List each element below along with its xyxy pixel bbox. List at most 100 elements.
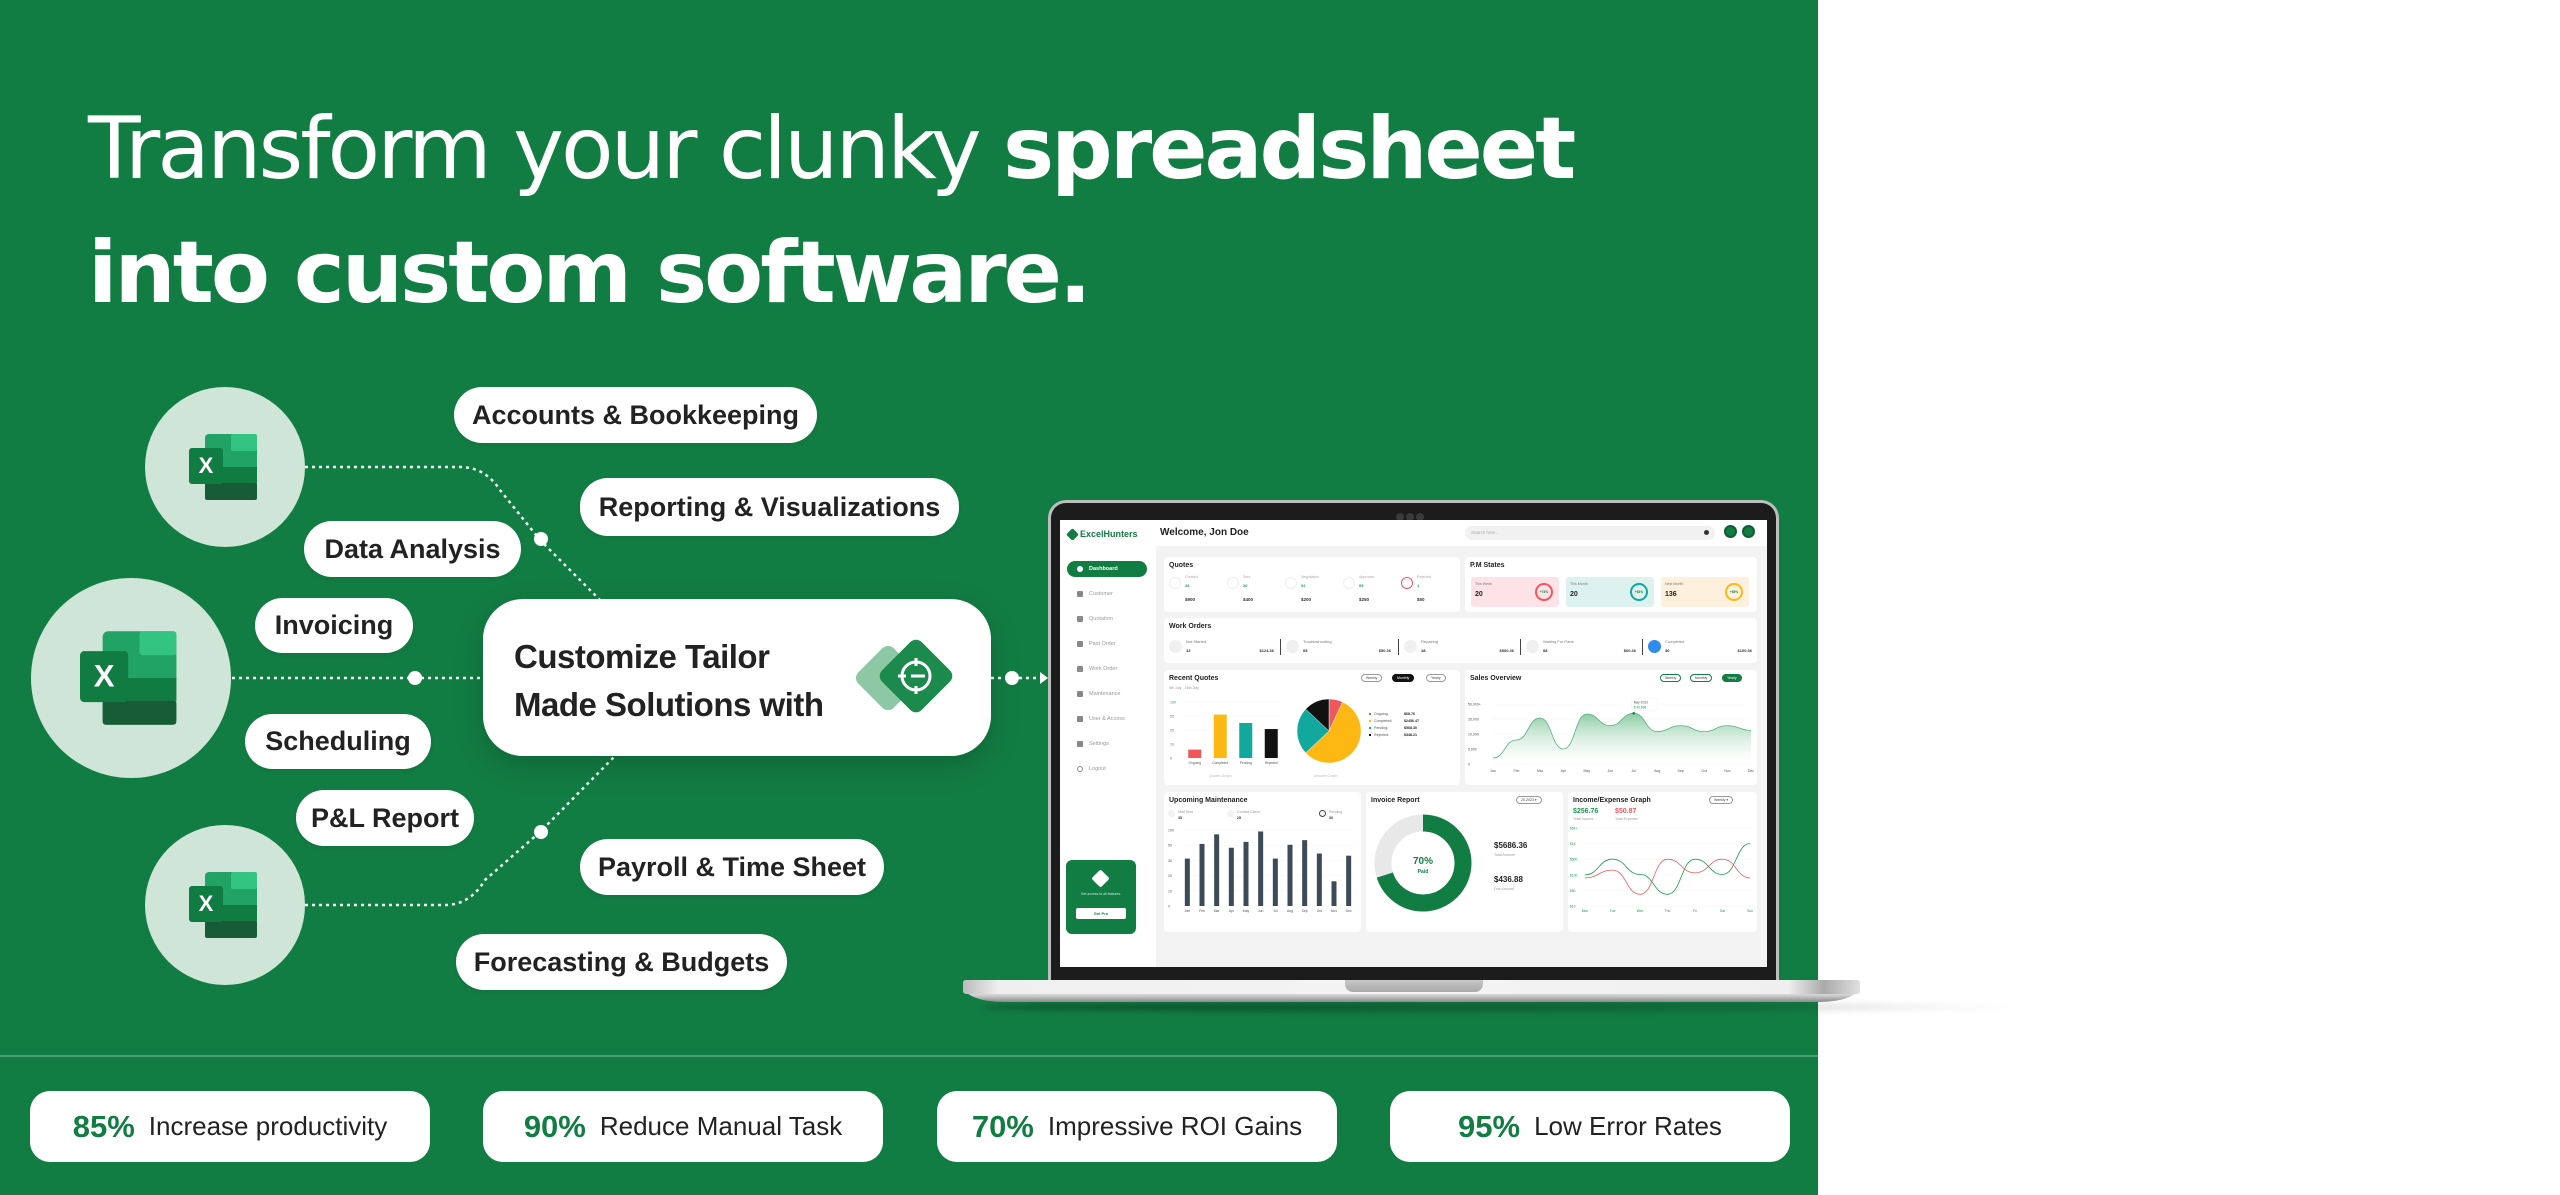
x-tick-label: Nov	[1331, 909, 1337, 913]
top-bar: Welcome, Jon Doe Search here...	[1156, 520, 1767, 546]
laptop-shadow	[980, 1002, 2030, 1012]
headline-bold-text: spreadsheet	[1002, 99, 1576, 199]
total-expense-label: Total Expense	[1615, 817, 1638, 821]
legend-label: Completed:	[1374, 718, 1393, 723]
income-expense-title: Income/Expense Graph	[1573, 797, 1651, 804]
clock-icon	[1169, 640, 1182, 653]
brand-name: ExcelHunters	[1080, 529, 1138, 539]
excel-icon: X	[189, 872, 257, 938]
wo-label: Completed	[1665, 639, 1685, 644]
wo-label: Not Started	[1186, 639, 1207, 644]
work-order-troubleshooting: Troubleshooting 05 $50.36	[1286, 638, 1391, 658]
due-amount-label: Due Amount	[1494, 887, 1514, 891]
legend-swatch	[1369, 712, 1371, 715]
sales-area	[1493, 713, 1751, 764]
bar	[1243, 841, 1249, 906]
svg-text:X: X	[199, 453, 214, 478]
search-input[interactable]: Search here...	[1465, 526, 1715, 540]
connector-node-top	[534, 532, 548, 546]
toggle-yearly[interactable]: Yearly	[1722, 674, 1742, 682]
stat-card-roi: 70% Impressive ROI Gains	[937, 1091, 1337, 1162]
sidebar-item-dashboard[interactable]: Dashboard	[1067, 561, 1147, 577]
toggle-weekly[interactable]: Weekly	[1361, 674, 1383, 682]
x-tick-label: Feb	[1199, 909, 1205, 913]
get-pro-text: Get access to all features.	[1080, 892, 1122, 896]
toggle-yearly[interactable]: Yearly	[1426, 674, 1446, 682]
amount-pie-chart	[1296, 698, 1362, 764]
maintenance-bar-chart: 0 10 20 30 50 100 Jan Feb Mar Apr May Jun Jul Aug Sep O…	[1168, 829, 1356, 913]
legend-swatch	[1369, 733, 1371, 736]
sidebar-label: User & Access	[1089, 716, 1125, 722]
pie-caption: Amount Graph	[1314, 774, 1338, 778]
invoice-title: Invoice Report	[1371, 797, 1420, 804]
legend-label: Pending:	[1374, 725, 1389, 730]
x-tick-label: Fri	[1693, 909, 1697, 913]
income-period-select[interactable]: Weekly ▾	[1709, 796, 1734, 804]
feature-pill-pl-report: P&L Report	[296, 790, 474, 846]
document-icon	[1077, 641, 1083, 647]
sidebar-item-work-order[interactable]: Work Order	[1067, 661, 1147, 677]
quote-item-created: Created 28 $900	[1169, 575, 1209, 607]
sidebar-item-user-access[interactable]: User & Access	[1067, 711, 1147, 727]
wo-amount: $124.36	[1259, 648, 1274, 653]
chevron-down-icon: ▾	[1534, 798, 1537, 802]
connector-node-middle	[408, 671, 422, 685]
sidebar-label: Customer	[1089, 591, 1113, 597]
feature-pill-accounts: Accounts & Bookkeeping	[454, 387, 817, 443]
get-pro-button[interactable]: Get Pro	[1076, 908, 1126, 919]
toggle-weekly[interactable]: Weekly	[1660, 674, 1682, 682]
toggle-monthly[interactable]: Monthly	[1392, 674, 1415, 682]
x-tick-label: Oct	[1317, 909, 1322, 913]
quote-item-negotiation: Negotiation 02 $200	[1285, 575, 1325, 607]
quote-amount: $50	[1417, 597, 1425, 602]
work-order-not-started: Not Started 12 $124.36	[1169, 638, 1274, 658]
x-tick-label: Dec	[1748, 769, 1754, 773]
invoice-period-select[interactable]: 20-2023 ▾	[1516, 796, 1542, 804]
quotes-title: Quotes	[1169, 562, 1194, 569]
bell-icon[interactable]	[1742, 525, 1755, 538]
sidebar-item-quotation[interactable]: Quotation	[1067, 611, 1147, 627]
sidebar-item-maintenance[interactable]: Maintenance	[1067, 686, 1147, 702]
feature-pill-payroll: Payroll & Time Sheet	[580, 839, 884, 895]
y-tick-label: $100	[1570, 873, 1578, 877]
toggle-monthly[interactable]: Monthly	[1690, 674, 1713, 682]
reject-icon	[1401, 577, 1413, 589]
power-icon	[1077, 766, 1083, 772]
x-tick-label: Mar	[1537, 769, 1544, 773]
sidebar-label: Quotation	[1089, 616, 1113, 622]
wo-count: 08	[1543, 648, 1548, 653]
sidebar-item-past-order[interactable]: Past Order	[1067, 636, 1147, 652]
quotes-card: Quotes Created 28 $900 Sent 20 $400 Negotiat…	[1164, 557, 1460, 612]
bar	[1316, 853, 1322, 906]
stat-label: Increase productivity	[148, 1111, 388, 1141]
sidebar-item-customer[interactable]: Customer	[1067, 586, 1147, 602]
due-amount: $436.88	[1494, 875, 1523, 884]
feature-pill-forecasting: Forecasting & Budgets	[456, 934, 787, 990]
feature-pill-reporting: Reporting & Visualizations	[580, 478, 959, 536]
search-icon[interactable]	[1704, 530, 1709, 535]
excel-icon: X	[189, 434, 257, 500]
center-card-line-1: Customize Tailor	[514, 638, 770, 675]
bar	[1188, 749, 1202, 758]
clock-icon[interactable]	[1724, 525, 1737, 538]
quote-label: Approved	[1359, 575, 1375, 579]
section-divider	[0, 1055, 1818, 1057]
tooltip-value: $ 40,698	[1634, 705, 1647, 709]
feature-pill-invoicing: Invoicing	[255, 598, 413, 653]
total-expense: $50.87	[1615, 808, 1637, 815]
sidebar-item-settings[interactable]: Settings	[1067, 736, 1147, 752]
quote-label: Negotiation	[1301, 575, 1320, 579]
x-tick-label: Apr	[1229, 909, 1235, 913]
x-tick-label: May	[1243, 909, 1250, 913]
legend-value: $568.30	[1404, 725, 1417, 730]
x-tick-label: Ongoing	[1189, 761, 1202, 765]
quote-amount: $900	[1185, 597, 1196, 602]
maintenance-stat-value: 35	[1178, 816, 1182, 820]
series-line-expense	[1584, 858, 1751, 895]
series-line-income	[1584, 843, 1751, 895]
income-expense-line-chart: $10 $50 $100 $500 $1K $5K+ Mon Tue Wed Thu Fri Sat S…	[1570, 827, 1753, 914]
y-tick-label: 10	[1168, 889, 1172, 893]
sidebar-item-logout[interactable]: Logout	[1067, 761, 1147, 777]
headline-line-2: into custom software.	[88, 230, 1092, 316]
mail-icon	[1227, 577, 1239, 589]
